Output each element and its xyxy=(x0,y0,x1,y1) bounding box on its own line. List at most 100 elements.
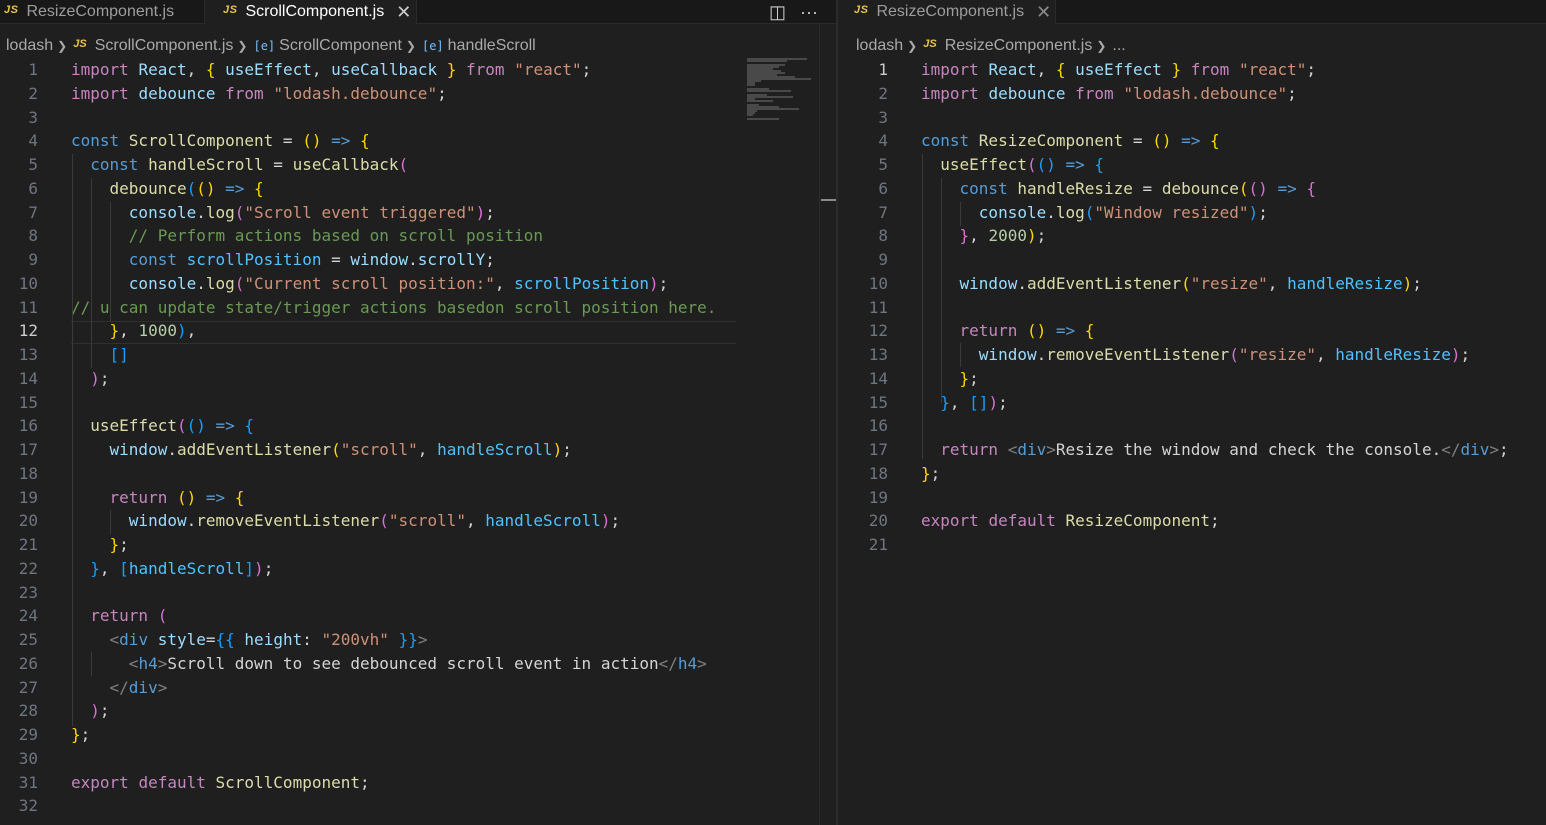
code-token: = xyxy=(263,155,293,174)
code-line[interactable]: 27 </div> xyxy=(0,676,836,700)
code-line[interactable]: 17 window.addEventListener("scroll", han… xyxy=(0,438,836,462)
code-line[interactable]: 13 window.removeEventListener("resize", … xyxy=(838,343,1546,367)
code-line[interactable]: 1 import React, { useEffect } from "react… xyxy=(838,58,1546,82)
code-token: "200vh" xyxy=(321,630,389,649)
breadcrumb-member[interactable]: handleScroll xyxy=(448,37,536,55)
code-line[interactable]: 20 window.removeEventListener("scroll", … xyxy=(0,509,836,533)
code-token: , xyxy=(969,226,989,246)
code-token: import xyxy=(71,83,139,103)
code-line[interactable]: 4 const ScrollComponent = () => { xyxy=(0,129,836,153)
line-number: 1 xyxy=(878,60,888,79)
code-line[interactable]: 11 // u can update state/trigger actions … xyxy=(0,296,836,320)
code-line[interactable]: 15 }, []); xyxy=(838,391,1546,415)
code-line[interactable]: 24 return ( xyxy=(0,604,836,628)
code-line[interactable]: 19 xyxy=(838,486,1546,510)
code-token: useEffect xyxy=(1075,60,1162,79)
code-line[interactable]: 8 // Perform actions based on scroll pos… xyxy=(0,224,836,248)
code-line[interactable]: 22 }, [handleScroll]); xyxy=(0,557,836,581)
line-number: 3 xyxy=(878,107,888,127)
tab-resize-component-left[interactable]: JS ResizeComponent.js xyxy=(0,0,205,24)
code-line[interactable]: 7 console.log("Window resized"); xyxy=(838,201,1546,225)
code-line[interactable]: 14 ); xyxy=(0,367,836,391)
code-line[interactable]: 3 xyxy=(0,106,836,130)
code-text: console.log("Current scroll position:", … xyxy=(71,272,668,296)
close-icon[interactable]: ✕ xyxy=(396,3,411,21)
line-number: 9 xyxy=(28,250,38,269)
code-line[interactable]: 21 }; xyxy=(0,533,836,557)
line-number: 30 xyxy=(18,748,38,768)
code-token: , xyxy=(1267,273,1288,293)
minimap[interactable] xyxy=(739,58,819,825)
code-line[interactable]: 2 import debounce from "lodash.debounce"; xyxy=(0,82,836,106)
code-line[interactable]: 31 export default ScrollComponent; xyxy=(0,771,836,795)
breadcrumb-folder[interactable]: lodash xyxy=(6,37,53,55)
breadcrumb-symbol[interactable]: ScrollComponent xyxy=(279,37,402,55)
code-token: { xyxy=(1210,131,1220,151)
code-line[interactable]: 10 console.log("Current scroll position:… xyxy=(0,272,836,296)
code-line[interactable]: 20 export default ResizeComponent; xyxy=(838,509,1546,533)
code-line[interactable]: 23 xyxy=(0,581,836,605)
breadcrumb-file[interactable]: ResizeComponent.js xyxy=(945,37,1093,55)
code-token: const xyxy=(921,131,979,151)
code-line[interactable]: 26 <h4>Scroll down to see debounced scro… xyxy=(0,652,836,676)
code-line[interactable]: 1 import React, { useEffect, useCallback … xyxy=(0,58,836,82)
code-token: ) xyxy=(475,202,486,222)
code-line[interactable]: 19 return () => { xyxy=(0,486,836,510)
code-line[interactable]: 18}; xyxy=(838,462,1546,486)
code-line[interactable]: 28 ); xyxy=(0,699,836,723)
breadcrumb-ellipsis[interactable]: ... xyxy=(1112,37,1125,55)
code-line[interactable]: 6 debounce(() => { xyxy=(0,177,836,201)
code-token: . xyxy=(186,511,197,531)
code-line[interactable]: 4 const ResizeComponent = () => { xyxy=(838,129,1546,153)
code-token: style xyxy=(157,630,206,649)
code-line[interactable]: 3 xyxy=(838,106,1546,130)
code-text: useEffect(() => { xyxy=(921,153,1104,177)
breadcrumb-folder[interactable]: lodash xyxy=(856,37,903,55)
minimap-line xyxy=(747,90,791,92)
more-actions-icon[interactable]: ··· xyxy=(800,2,818,23)
code-line[interactable]: 21 xyxy=(838,533,1546,557)
code-line[interactable]: 12 }, 1000), xyxy=(0,319,836,343)
code-line[interactable]: 6 const handleResize = debounce(() => { xyxy=(838,177,1546,201)
code-line[interactable]: 13 [] xyxy=(0,343,836,367)
left-editor-group: JS ResizeComponent.js JS ScrollComponent… xyxy=(0,0,836,825)
code-token: removeEventListener xyxy=(1046,345,1230,364)
code-line[interactable]: 12 return () => { xyxy=(838,319,1546,343)
close-icon[interactable]: ✕ xyxy=(1036,3,1051,21)
code-line[interactable]: 25 <div style={{ height: "200vh" }}> xyxy=(0,628,836,652)
minimap-line xyxy=(747,100,773,102)
code-line[interactable]: 9 const scrollPosition = window.scrollY; xyxy=(0,248,836,272)
code-line[interactable]: 32 xyxy=(0,794,836,818)
code-token: ) xyxy=(1402,273,1413,293)
code-line[interactable]: 16 useEffect(() => { xyxy=(0,414,836,438)
code-line[interactable]: 16 xyxy=(838,414,1546,438)
code-line[interactable]: 5 const handleScroll = useCallback( xyxy=(0,153,836,177)
code-line[interactable]: 29}; xyxy=(0,723,836,747)
code-token: = xyxy=(205,630,216,649)
line-number: 16 xyxy=(18,416,38,436)
code-line[interactable]: 15 xyxy=(0,391,836,415)
code-token: Resize the window and check the console. xyxy=(1055,440,1442,459)
code-line[interactable]: 2 import debounce from "lodash.debounce"; xyxy=(838,82,1546,106)
split-editor-icon[interactable]: ◫ xyxy=(769,2,786,23)
code-line[interactable]: 10 window.addEventListener("resize", han… xyxy=(838,272,1546,296)
code-line[interactable]: 8 }, 2000); xyxy=(838,224,1546,248)
code-line[interactable]: 11 xyxy=(838,296,1546,320)
code-line[interactable]: 14 }; xyxy=(838,367,1546,391)
code-text: import debounce from "lodash.debounce"; xyxy=(71,82,447,106)
tab-resize-component-right[interactable]: JS ResizeComponent.js ✕ xyxy=(838,0,1056,24)
code-line[interactable]: 18 xyxy=(0,462,836,486)
code-token: ; xyxy=(998,392,1008,412)
code-line[interactable]: 7 console.log("Scroll event triggered"); xyxy=(0,201,836,225)
code-token: scrollY xyxy=(417,250,486,269)
tab-scroll-component[interactable]: JS ScrollComponent.js ✕ xyxy=(205,0,417,24)
code-line[interactable]: 9 xyxy=(838,248,1546,272)
breadcrumb-file[interactable]: ScrollComponent.js xyxy=(95,37,234,55)
code-line[interactable]: 17 return <div>Resize the window and che… xyxy=(838,438,1546,462)
code-line[interactable]: 30 xyxy=(0,747,836,771)
vertical-scrollbar[interactable] xyxy=(819,24,836,825)
code-line[interactable]: 5 useEffect(() => { xyxy=(838,153,1546,177)
code-token: window xyxy=(350,250,409,269)
